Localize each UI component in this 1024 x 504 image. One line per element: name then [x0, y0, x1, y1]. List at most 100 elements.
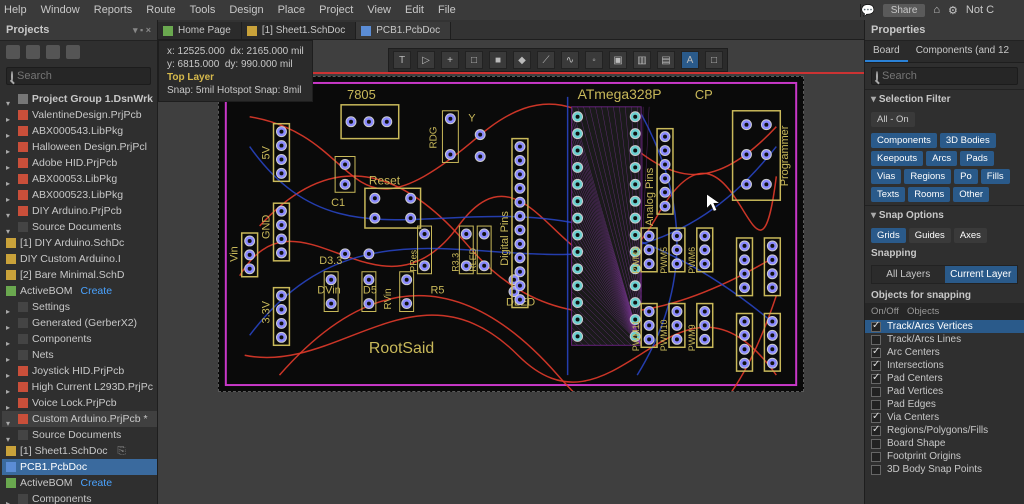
snap-track-arcs-vertices[interactable]: Track/Arcs Vertices: [865, 320, 1024, 333]
filter-components[interactable]: Components: [871, 133, 937, 148]
menu-place[interactable]: Place: [278, 4, 306, 16]
project-tree[interactable]: Project Group 1.DsnWrkValentineDesign.Pr…: [0, 89, 157, 504]
snapchip-axes[interactable]: Axes: [954, 228, 987, 243]
filter-all-on[interactable]: All - On: [871, 112, 915, 127]
prop-tabs[interactable]: Board Components (and 12: [865, 41, 1024, 63]
menu-route[interactable]: Route: [146, 4, 175, 16]
tool-layer[interactable]: ▤: [657, 51, 675, 69]
menu-view[interactable]: View: [367, 4, 391, 16]
tree-row[interactable]: Components: [2, 331, 157, 347]
pin-icon[interactable]: ▾ ▪ ×: [133, 25, 151, 36]
tree-row[interactable]: Source Documents: [2, 427, 157, 443]
snapchip-guides[interactable]: Guides: [909, 228, 951, 243]
tree-row[interactable]: Halloween Design.PrjPcl: [2, 139, 157, 155]
tree-row[interactable]: ValentineDesign.PrjPcb: [2, 107, 157, 123]
tree-row[interactable]: PCB1.PcbDoc: [2, 459, 157, 475]
tree-row[interactable]: Voice Lock.PrjPcb: [2, 395, 157, 411]
menu-edit[interactable]: Edit: [405, 4, 424, 16]
filter-vias[interactable]: Vias: [871, 169, 901, 184]
home-icon[interactable]: ⌂: [933, 4, 940, 16]
tool-probe[interactable]: ◦: [585, 51, 603, 69]
tab-pcb[interactable]: PCB1.PcbDoc: [356, 22, 451, 39]
comment-icon[interactable]: 💬: [861, 4, 875, 17]
tool-select[interactable]: T: [393, 51, 411, 69]
tree-row[interactable]: Custom Arduino.PrjPcb *: [2, 411, 157, 427]
filter-po[interactable]: Po: [954, 169, 978, 184]
menu-design[interactable]: Design: [229, 4, 263, 16]
tool-text[interactable]: ∿: [561, 51, 579, 69]
tree-row[interactable]: [1] Sheet1.SchDoc ⎘: [2, 443, 157, 459]
snap-arc-centers[interactable]: Arc Centers: [865, 346, 1024, 359]
tool-drc[interactable]: ▣: [609, 51, 627, 69]
filter-fills[interactable]: Fills: [981, 169, 1010, 184]
section-selection-filter[interactable]: Selection Filter: [865, 89, 1024, 109]
menu-reports[interactable]: Reports: [94, 4, 133, 16]
tree-row[interactable]: Adobe HID.PrjPcb: [2, 155, 157, 171]
menu-project[interactable]: Project: [319, 4, 353, 16]
refresh-icon[interactable]: [46, 45, 60, 59]
tree-row[interactable]: Joystick HID.PrjPcb: [2, 363, 157, 379]
share-button[interactable]: Share: [883, 4, 926, 17]
tree-row[interactable]: Generated (GerberX2): [2, 315, 157, 331]
snap-pad-vertices[interactable]: Pad Vertices: [865, 385, 1024, 398]
filter-other[interactable]: Other: [953, 187, 989, 202]
projects-search[interactable]: [6, 67, 151, 85]
tree-row[interactable]: Settings: [2, 299, 157, 315]
tree-row[interactable]: ActiveBOMCreate: [2, 475, 157, 491]
snap-object-list[interactable]: Track/Arcs VerticesTrack/Arcs LinesArc C…: [865, 320, 1024, 476]
tool-move[interactable]: ▷: [417, 51, 435, 69]
tool-plus[interactable]: +: [441, 51, 459, 69]
tool-rect[interactable]: □: [705, 51, 723, 69]
section-snap-options[interactable]: Snap Options: [865, 205, 1024, 225]
tree-row[interactable]: ABX00053.LibPkg: [2, 171, 157, 187]
filter-keepouts[interactable]: Keepouts: [871, 151, 923, 166]
snap-chips[interactable]: GridsGuidesAxes: [865, 225, 1024, 246]
properties-search[interactable]: [871, 67, 1018, 85]
filter-rooms[interactable]: Rooms: [908, 187, 950, 202]
snap-3d-body-snap-points[interactable]: 3D Body Snap Points: [865, 463, 1024, 476]
tree-row[interactable]: DIY Arduino.PrjPcb: [2, 203, 157, 219]
snap-pad-edges[interactable]: Pad Edges: [865, 398, 1024, 411]
tool-dim[interactable]: ⟋: [537, 51, 555, 69]
snap-regions-polygons-fills[interactable]: Regions/Polygons/Fills: [865, 424, 1024, 437]
snap-track-arcs-lines[interactable]: Track/Arcs Lines: [865, 333, 1024, 346]
gear-icon[interactable]: ⚙: [948, 4, 958, 17]
menu-window[interactable]: Window: [41, 4, 80, 16]
snap-footprint-origins[interactable]: Footprint Origins: [865, 450, 1024, 463]
tool-grid[interactable]: ▥: [633, 51, 651, 69]
tree-row[interactable]: ABX000543.LibPkg: [2, 123, 157, 139]
document-tabs[interactable]: Home Page [1] Sheet1.SchDoc PCB1.PcbDoc: [158, 20, 864, 40]
snapchip-grids[interactable]: Grids: [871, 228, 906, 243]
tree-row[interactable]: DIY Custom Arduino.I: [2, 251, 157, 267]
pcb-canvas[interactable]: 5VGNDVin3.3V7805C1ResetRDGYPResR3.3RLEDD…: [218, 76, 804, 392]
pcb-toolbar[interactable]: T ▷ + □ ■ ◆ ⟋ ∿ ◦ ▣ ▥ ▤ A □: [388, 48, 728, 72]
snap-via-centers[interactable]: Via Centers: [865, 411, 1024, 424]
snap-pad-centers[interactable]: Pad Centers: [865, 372, 1024, 385]
tool-via[interactable]: ■: [489, 51, 507, 69]
filter-arcs[interactable]: Arcs: [926, 151, 957, 166]
search-input[interactable]: [882, 70, 1024, 82]
tree-row[interactable]: Project Group 1.DsnWrk: [2, 91, 157, 107]
tool-icon[interactable]: [26, 45, 40, 59]
tree-row[interactable]: Nets: [2, 347, 157, 363]
tree-row[interactable]: Components: [2, 491, 157, 504]
layer-segment[interactable]: All Layers Current Layer: [871, 265, 1018, 284]
search-input[interactable]: [17, 70, 159, 82]
tree-row[interactable]: [1] DIY Arduino.SchDc: [2, 235, 157, 251]
prop-tab-board[interactable]: Board: [865, 41, 908, 62]
tree-row[interactable]: Source Documents: [2, 219, 157, 235]
tool-poly[interactable]: ◆: [513, 51, 531, 69]
filter-pads[interactable]: Pads: [960, 151, 994, 166]
menu-file[interactable]: File: [438, 4, 456, 16]
tree-row[interactable]: High Current L293D.PrjPc: [2, 379, 157, 395]
filter-3d bodies[interactable]: 3D Bodies: [940, 133, 996, 148]
filter-chips[interactable]: Components3D Bodies KeepoutsArcsPads Vias R…: [865, 130, 1024, 205]
tool-icon[interactable]: [6, 45, 20, 59]
tab-schematic[interactable]: [1] Sheet1.SchDoc: [242, 22, 356, 39]
projects-toolbar[interactable]: [0, 41, 157, 63]
tree-row[interactable]: ABX000523.LibPkg: [2, 187, 157, 203]
menu-help[interactable]: Help: [4, 4, 27, 16]
main-menu[interactable]: HelpWindowReportsRouteToolsDesignPlacePr…: [0, 0, 1024, 20]
tab-home[interactable]: Home Page: [158, 22, 242, 39]
prop-tab-components[interactable]: Components (and 12: [908, 41, 1017, 62]
